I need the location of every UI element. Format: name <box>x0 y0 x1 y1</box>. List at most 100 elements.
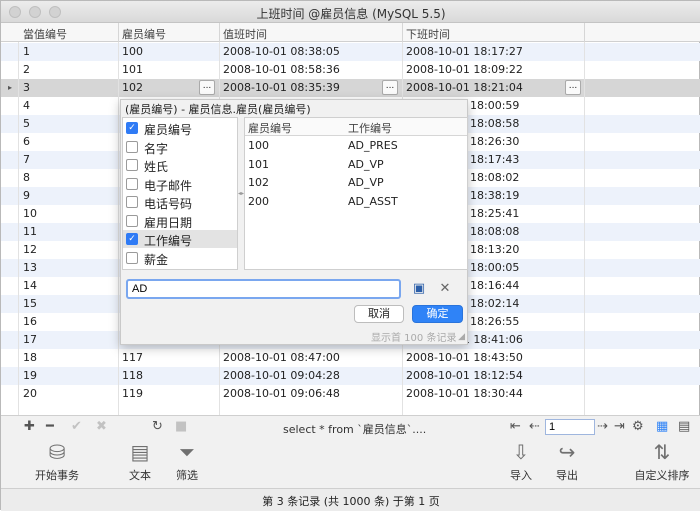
field-list-item[interactable]: 雇用日期 <box>123 212 237 230</box>
lookup-table-cell[interactable]: AD_ASST <box>348 195 398 208</box>
lookup-table-row[interactable]: 102 AD_VP <box>245 174 467 192</box>
table-cell[interactable]: 2008-10-01 18:43:50 <box>406 351 523 364</box>
table-cell[interactable]: 6 <box>23 135 30 148</box>
table-cell[interactable]: 12 <box>23 243 37 256</box>
field-checkbox[interactable] <box>126 140 138 153</box>
table-cell[interactable]: 2008-10-01 09:06:48 <box>223 387 340 400</box>
table-cell[interactable]: 118 <box>122 369 143 382</box>
ellipsis-button[interactable]: ... <box>565 80 581 95</box>
ok-button[interactable]: 确定 <box>412 305 463 323</box>
table-row[interactable]: 20 119 2008-10-01 09:06:48 2008-10-01 18:30… <box>1 385 700 403</box>
page-number-input[interactable] <box>545 419 595 435</box>
resize-grip-icon[interactable]: ◢ <box>458 332 465 342</box>
form-view-icon[interactable]: ▤ <box>678 419 690 434</box>
table-row[interactable]: 19 118 2008-10-01 09:04:28 2008-10-01 18:12… <box>1 367 700 385</box>
table-cell[interactable]: 2008-10-01 18:21:04 <box>406 81 523 94</box>
table-cell[interactable]: 2 <box>23 63 30 76</box>
table-cell[interactable]: 2008-10-01 08:38:05 <box>223 45 340 58</box>
table-cell[interactable]: 100 <box>122 45 143 58</box>
table-cell[interactable]: 18:17:43 <box>470 153 519 166</box>
foreign-key-lookup-popup[interactable]: (雇员编号) - 雇员信息.雇员(雇员编号) ✓ 雇员编号 名字 姓氏 电子邮件 电话号码… <box>120 99 468 345</box>
table-cell[interactable]: 18:16:44 <box>470 279 519 292</box>
table-cell[interactable]: 2008-10-01 18:09:22 <box>406 63 523 76</box>
lookup-table[interactable]: 雇员编号 工作编号 100 AD_PRES 101 AD_VP 102 AD_VP 200 A… <box>244 117 468 270</box>
column-header[interactable]: 值班时间 <box>223 26 267 42</box>
table-cell[interactable]: 17 <box>23 333 37 346</box>
lookup-table-cell[interactable]: AD_PRES <box>348 139 398 152</box>
table-cell[interactable]: 15 <box>23 297 37 310</box>
filter-apply-icon[interactable]: ▣ <box>411 281 427 297</box>
table-row[interactable]: 2 101 2008-10-01 08:58:36 2008-10-01 18:09:… <box>1 61 700 79</box>
field-list-item[interactable]: 电子邮件 <box>123 175 237 193</box>
first-page-icon[interactable]: ⇤ <box>510 419 521 434</box>
table-cell[interactable]: 18:38:19 <box>470 189 519 202</box>
field-list-item[interactable]: 电话号码 <box>123 193 237 211</box>
table-cell[interactable]: 8 <box>23 171 30 184</box>
lookup-table-row[interactable]: 200 AD_ASST <box>245 193 467 211</box>
lookup-field-list[interactable]: ✓ 雇员编号 名字 姓氏 电子邮件 电话号码 雇用日期 ✓ 工作编号 薪金 <box>122 117 238 270</box>
lookup-table-cell[interactable]: 102 <box>248 176 269 189</box>
field-checkbox[interactable] <box>126 214 138 227</box>
export-button[interactable]: ↪ 导出 <box>547 439 587 483</box>
column-header[interactable]: 雇员编号 <box>122 26 166 42</box>
table-cell[interactable]: 11 <box>23 225 37 238</box>
lookup-filter-input[interactable] <box>126 279 401 299</box>
stop-icon[interactable]: ■ <box>175 419 187 434</box>
delete-record-icon[interactable]: ━ <box>46 419 54 434</box>
table-cell[interactable]: 18:13:20 <box>470 243 519 256</box>
lookup-table-cell[interactable]: 200 <box>248 195 269 208</box>
table-cell[interactable]: 7 <box>23 153 30 166</box>
table-cell[interactable]: 16 <box>23 315 37 328</box>
field-list-item[interactable]: 姓氏 <box>123 156 237 174</box>
table-cell[interactable]: 4 <box>23 99 30 112</box>
lookup-table-cell[interactable]: AD_VP <box>348 176 384 189</box>
cancel-button[interactable]: 取消 <box>354 305 404 323</box>
table-cell[interactable]: 2008-10-01 09:04:28 <box>223 369 340 382</box>
column-header[interactable]: 下班时间 <box>406 26 450 42</box>
table-row[interactable]: 1 100 2008-10-01 08:38:05 2008-10-01 18:17:… <box>1 43 700 61</box>
lookup-table-row[interactable]: 101 AD_VP <box>245 156 467 174</box>
table-cell[interactable]: 1 <box>23 45 30 58</box>
settings-gear-icon[interactable]: ⚙ <box>632 419 644 434</box>
field-checkbox[interactable] <box>126 177 138 190</box>
table-row[interactable]: ▸ 3 102 2008-10-01 08:35:39 2008-10-01 18:21… <box>1 79 700 97</box>
table-cell[interactable]: 18 <box>23 351 37 364</box>
ellipsis-button[interactable]: ... <box>382 80 398 95</box>
table-cell[interactable]: 18:00:05 <box>470 261 519 274</box>
table-cell[interactable]: 18:08:58 <box>470 117 519 130</box>
lookup-column-header[interactable]: 雇员编号 <box>248 120 292 136</box>
table-cell[interactable]: 9 <box>23 189 30 202</box>
field-list-item[interactable]: 薪金 <box>123 249 237 267</box>
table-cell[interactable]: 14 <box>23 279 37 292</box>
table-cell[interactable]: 117 <box>122 351 143 364</box>
field-checkbox[interactable] <box>126 251 138 264</box>
next-page-icon[interactable]: ⇢ <box>597 419 608 434</box>
table-cell[interactable]: 13 <box>23 261 37 274</box>
text-button[interactable]: ▤ 文本 <box>119 439 161 483</box>
lookup-column-header[interactable]: 工作编号 <box>348 120 392 136</box>
table-cell[interactable]: 18:02:14 <box>470 297 519 310</box>
table-cell[interactable]: 18:08:02 <box>470 171 519 184</box>
table-cell[interactable]: 102 <box>122 81 143 94</box>
field-checkbox[interactable] <box>126 159 138 171</box>
table-cell[interactable]: 2008-10-01 08:35:39 <box>223 81 340 94</box>
table-cell[interactable]: 18:26:30 <box>470 135 519 148</box>
custom-sort-button[interactable]: ⇅ 自定义排序 <box>629 439 695 483</box>
table-cell[interactable]: 2008-10-01 18:30:44 <box>406 387 523 400</box>
field-checkbox[interactable] <box>126 196 138 208</box>
apply-changes-icon[interactable]: ✔ <box>71 419 82 434</box>
table-cell[interactable]: 19 <box>23 369 37 382</box>
tools-icon[interactable]: ✕ <box>437 281 453 297</box>
grid-view-icon[interactable]: ▦ <box>656 419 668 434</box>
lookup-table-row[interactable]: 100 AD_PRES <box>245 137 467 155</box>
table-cell[interactable]: 2008-10-01 08:58:36 <box>223 63 340 76</box>
discard-changes-icon[interactable]: ✖ <box>96 419 107 434</box>
table-cell[interactable]: 20 <box>23 387 37 400</box>
filter-button[interactable]: ⏷ 筛选 <box>167 439 207 483</box>
sql-preview[interactable]: select * from `雇员信息`.... <box>283 421 426 437</box>
table-cell[interactable]: 119 <box>122 387 143 400</box>
refresh-icon[interactable]: ↻ <box>152 419 163 434</box>
table-row[interactable]: 18 117 2008-10-01 08:47:00 2008-10-01 18:43… <box>1 349 700 367</box>
table-cell[interactable]: 101 <box>122 63 143 76</box>
table-cell[interactable]: 3 <box>23 81 30 94</box>
